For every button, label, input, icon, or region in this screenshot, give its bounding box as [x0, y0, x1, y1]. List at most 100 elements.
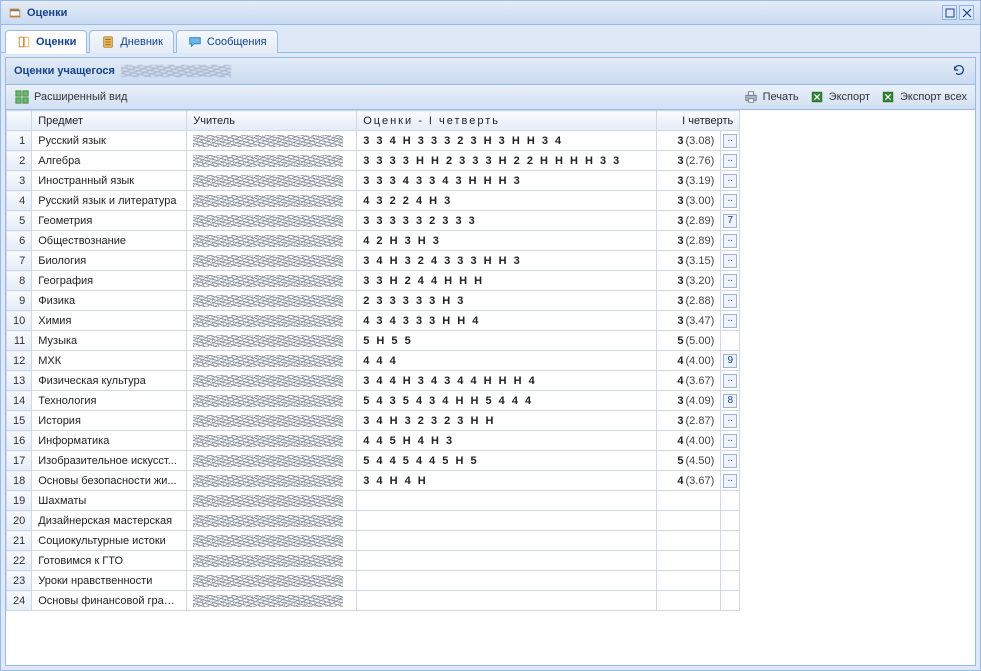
- detail-button[interactable]: [723, 414, 737, 428]
- detail-button[interactable]: [723, 314, 737, 328]
- quarter-mark-cell: [721, 551, 740, 571]
- table-row[interactable]: 24Основы финансовой грам...: [7, 591, 740, 611]
- quarter-grade: 3: [677, 235, 683, 247]
- minimize-button[interactable]: [942, 5, 957, 20]
- table-row[interactable]: 7Биология3 4 Н 3 2 4 3 3 3 Н Н 33 (3.15): [7, 251, 740, 271]
- table-row[interactable]: 16Информатика4 4 5 Н 4 Н 34 (4.00): [7, 431, 740, 451]
- row-number: 8: [7, 271, 32, 291]
- export-button[interactable]: Экспорт: [809, 89, 870, 105]
- subject-cell: Шахматы: [32, 491, 187, 511]
- close-button[interactable]: [959, 5, 974, 20]
- teacher-cell: [187, 231, 357, 251]
- detail-button[interactable]: [723, 194, 737, 208]
- table-row[interactable]: 11Музыка5 Н 5 55 (5.00): [7, 331, 740, 351]
- book-icon: [16, 34, 32, 50]
- refresh-button[interactable]: [951, 62, 967, 80]
- table-row[interactable]: 20Дизайнерская мастерская: [7, 511, 740, 531]
- table-row[interactable]: 8География3 3 Н 2 4 4 Н Н Н3 (3.20): [7, 271, 740, 291]
- grades-cell: 3 3 3 3 Н Н 2 3 3 3 Н 2 2 Н Н Н Н 3 3: [357, 151, 657, 171]
- detail-button[interactable]: [723, 154, 737, 168]
- grades-cell: 3 3 4 Н 3 3 3 2 3 Н 3 Н Н 3 4: [357, 131, 657, 151]
- row-number: 3: [7, 171, 32, 191]
- table-row[interactable]: 6Обществознание4 2 Н 3 Н 33 (2.89): [7, 231, 740, 251]
- tab-label: Дневник: [120, 36, 163, 48]
- quarter-mark-cell: [721, 491, 740, 511]
- teacher-name-redacted: [193, 395, 343, 407]
- subject-cell: История: [32, 411, 187, 431]
- quarter-mark-cell: [721, 511, 740, 531]
- row-number: 21: [7, 531, 32, 551]
- quarter-mark-cell: [721, 251, 740, 271]
- detail-button[interactable]: [723, 374, 737, 388]
- quarter-cell: 3 (3.19): [657, 171, 721, 191]
- quarter-mark-cell: [721, 231, 740, 251]
- export-all-button[interactable]: Экспорт всех: [880, 89, 967, 105]
- detail-button[interactable]: [723, 434, 737, 448]
- teacher-cell: [187, 251, 357, 271]
- extended-view-button[interactable]: Расширенный вид: [14, 89, 127, 105]
- grades-cell: [357, 531, 657, 551]
- col-subject[interactable]: Предмет: [32, 111, 187, 131]
- detail-button[interactable]: [723, 274, 737, 288]
- table-row[interactable]: 15История3 4 Н 3 2 3 2 3 Н Н3 (2.87): [7, 411, 740, 431]
- grid[interactable]: Предмет Учитель Оценки - I четверть I че…: [6, 110, 975, 665]
- detail-button[interactable]: 8: [723, 394, 737, 408]
- quarter-grade: 3: [677, 255, 683, 267]
- detail-button[interactable]: [723, 174, 737, 188]
- print-button[interactable]: Печать: [743, 89, 799, 105]
- grades-cell: 4 3 2 2 4 Н 3: [357, 191, 657, 211]
- tab-grades[interactable]: Оценки: [5, 30, 87, 53]
- table-row[interactable]: 4Русский язык и литература4 3 2 2 4 Н 33…: [7, 191, 740, 211]
- tab-messages[interactable]: Сообщения: [176, 30, 278, 53]
- table-row[interactable]: 5Геометрия3 3 3 3 3 2 3 3 33 (2.89)7: [7, 211, 740, 231]
- grades-cell: 3 4 Н 4 Н: [357, 471, 657, 491]
- col-grades[interactable]: Оценки - I четверть: [357, 111, 657, 131]
- table-row[interactable]: 13Физическая культура3 4 4 Н 3 4 3 4 4 Н…: [7, 371, 740, 391]
- subject-cell: Основы безопасности жи...: [32, 471, 187, 491]
- table-row[interactable]: 23Уроки нравственности: [7, 571, 740, 591]
- table-row[interactable]: 19Шахматы: [7, 491, 740, 511]
- quarter-cell: 3 (3.08): [657, 131, 721, 151]
- detail-button[interactable]: [723, 134, 737, 148]
- table-row[interactable]: 1Русский язык3 3 4 Н 3 3 3 2 3 Н 3 Н Н 3…: [7, 131, 740, 151]
- table-row[interactable]: 14Технология5 4 3 5 4 3 4 Н Н 5 4 4 43 (…: [7, 391, 740, 411]
- subject-cell: Технология: [32, 391, 187, 411]
- detail-button[interactable]: [723, 474, 737, 488]
- col-teacher[interactable]: Учитель: [187, 111, 357, 131]
- teacher-name-redacted: [193, 235, 343, 247]
- subject-cell: Иностранный язык: [32, 171, 187, 191]
- teacher-cell: [187, 551, 357, 571]
- teacher-cell: [187, 411, 357, 431]
- subject-cell: Русский язык: [32, 131, 187, 151]
- table-row[interactable]: 12МХК4 4 44 (4.00)9: [7, 351, 740, 371]
- row-number: 14: [7, 391, 32, 411]
- table-row[interactable]: 22Готовимся к ГТО: [7, 551, 740, 571]
- table-row[interactable]: 2Алгебра 3 3 3 3 Н Н 2 3 3 3 Н 2 2 Н Н Н …: [7, 151, 740, 171]
- detail-button[interactable]: [723, 234, 737, 248]
- grades-cell: 4 3 4 3 3 3 Н Н 4: [357, 311, 657, 331]
- col-quarter[interactable]: I четверть: [657, 111, 740, 131]
- table-row[interactable]: 18Основы безопасности жи...3 4 Н 4 Н4 (3…: [7, 471, 740, 491]
- detail-button[interactable]: 7: [723, 214, 737, 228]
- detail-button[interactable]: [723, 294, 737, 308]
- col-rownum[interactable]: [7, 111, 32, 131]
- table-row[interactable]: 9Физика2 3 3 3 3 3 Н 33 (2.88): [7, 291, 740, 311]
- subject-cell: Алгебра: [32, 151, 187, 171]
- grades-cell: 4 2 Н 3 Н 3: [357, 231, 657, 251]
- detail-button[interactable]: [723, 254, 737, 268]
- teacher-name-redacted: [193, 555, 343, 567]
- table-row[interactable]: 10Химия4 3 4 3 3 3 Н Н 43 (3.47): [7, 311, 740, 331]
- table-row[interactable]: 21Социокультурные истоки: [7, 531, 740, 551]
- panel-title: Оценки учащегося: [14, 65, 115, 77]
- grid-icon: [14, 89, 30, 105]
- teacher-name-redacted: [193, 435, 343, 447]
- table-row[interactable]: 17Изобразительное искусст...5 4 4 5 4 4 …: [7, 451, 740, 471]
- row-number: 2: [7, 151, 32, 171]
- detail-button[interactable]: [723, 454, 737, 468]
- tab-diary[interactable]: Дневник: [89, 30, 174, 53]
- quarter-grade: 4: [677, 475, 683, 487]
- subject-cell: Музыка: [32, 331, 187, 351]
- quarter-cell: 3 (2.89): [657, 211, 721, 231]
- detail-button[interactable]: 9: [723, 354, 737, 368]
- table-row[interactable]: 3Иностранный язык3 3 3 4 3 3 4 3 Н Н Н 3…: [7, 171, 740, 191]
